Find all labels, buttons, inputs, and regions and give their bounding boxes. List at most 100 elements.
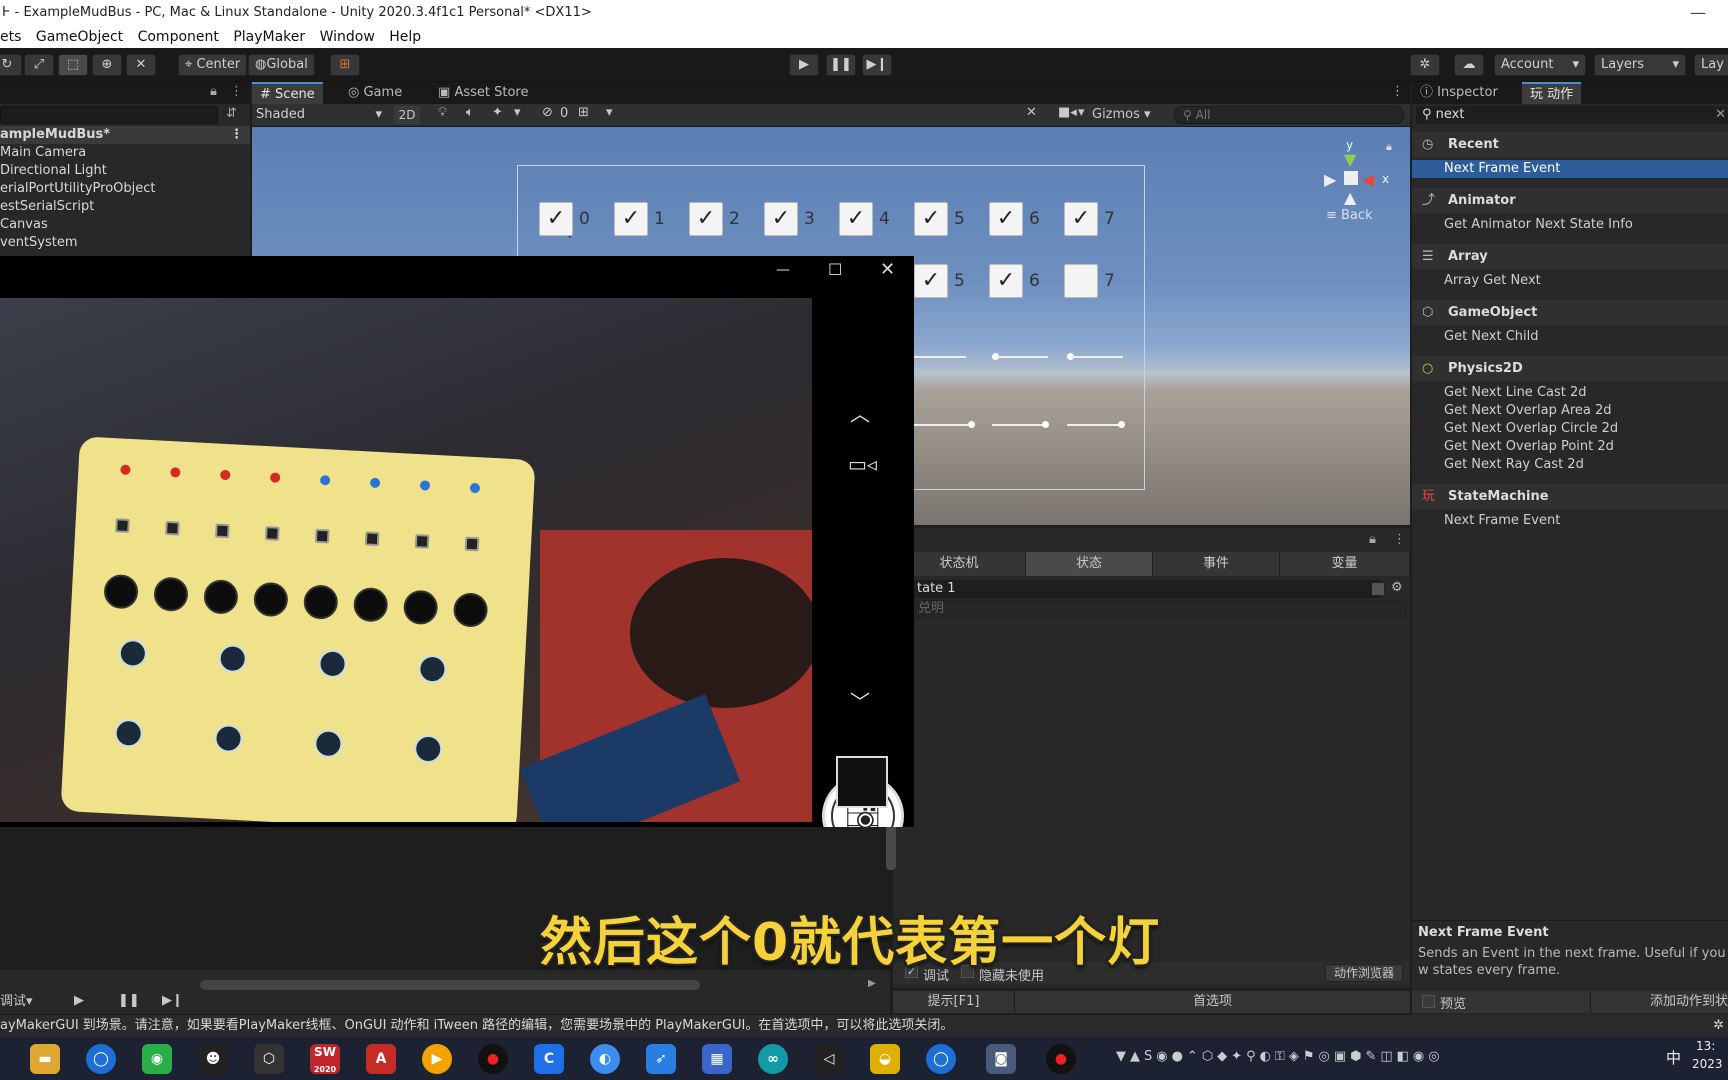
menu-playmaker[interactable]: PlayMaker bbox=[233, 29, 305, 45]
calculator-icon[interactable]: ▦ bbox=[702, 1044, 732, 1074]
tab-events[interactable]: 事件 bbox=[1153, 552, 1280, 576]
tab-scene[interactable]: # Scene bbox=[252, 82, 323, 104]
lock-icon[interactable]: 🔒︎ bbox=[210, 84, 217, 99]
tab-asset-store[interactable]: ▣ Asset Store bbox=[430, 82, 536, 104]
scale-tool-icon[interactable]: ⤢ bbox=[24, 54, 54, 76]
2d-toggle[interactable]: 2D bbox=[394, 106, 420, 124]
toggle-checkbox[interactable]: ✓ bbox=[764, 202, 798, 236]
toggle-checkbox[interactable]: ✓ bbox=[914, 202, 948, 236]
tab-inspector[interactable]: ⓘ Inspector bbox=[1412, 82, 1506, 104]
minimize-icon[interactable]: — bbox=[776, 262, 790, 278]
vertical-scrollbar[interactable] bbox=[886, 820, 896, 870]
add-action-button[interactable]: 添加动作到状 bbox=[1590, 991, 1728, 1013]
sort-icon[interactable]: ⇵ bbox=[226, 106, 237, 121]
layout-dropdown[interactable]: Lay bbox=[1694, 54, 1728, 76]
toggle-checkbox[interactable]: ✓ bbox=[614, 202, 648, 236]
screen-recorder-icon[interactable]: ● bbox=[1046, 1044, 1076, 1074]
action-item[interactable]: Get Next Child bbox=[1412, 328, 1728, 346]
gear-icon[interactable]: ⚙ bbox=[1391, 580, 1403, 595]
hierarchy-item[interactable]: ventSystem bbox=[0, 234, 78, 252]
duck-app-icon[interactable]: ◒ bbox=[870, 1044, 900, 1074]
scroll-right-icon[interactable]: ▶ bbox=[868, 978, 876, 989]
media-player-icon[interactable]: ▶ bbox=[422, 1044, 452, 1074]
search-app-icon[interactable]: ◯ bbox=[86, 1044, 116, 1074]
slider-handle[interactable] bbox=[1118, 421, 1125, 428]
slider[interactable] bbox=[996, 356, 1048, 358]
custom-tool-icon[interactable]: ✕ bbox=[126, 54, 156, 76]
action-item[interactable]: Get Next Ray Cast 2d bbox=[1412, 456, 1728, 474]
chevron-up-icon[interactable]: ︿ bbox=[850, 398, 870, 427]
rotate-tool-icon[interactable]: ↻ bbox=[0, 54, 22, 76]
search-app-icon[interactable]: ◯ bbox=[926, 1044, 956, 1074]
solidworks-icon[interactable]: SW 2020 bbox=[310, 1044, 340, 1074]
space-toggle[interactable]: ◍Global bbox=[248, 54, 315, 76]
gallery-thumbnail[interactable] bbox=[836, 756, 888, 808]
chevron-down-icon[interactable]: ﹀ bbox=[850, 686, 870, 715]
action-item[interactable]: Get Next Overlap Point 2d bbox=[1412, 438, 1728, 456]
horizontal-scrollbar[interactable] bbox=[200, 980, 700, 990]
camera-app-icon[interactable]: ◙ bbox=[986, 1044, 1016, 1074]
tab-variables[interactable]: 变量 bbox=[1280, 552, 1410, 576]
screen-recorder-icon[interactable]: ● bbox=[478, 1044, 508, 1074]
vs-icon[interactable]: ◁ bbox=[814, 1044, 844, 1074]
slider[interactable] bbox=[992, 424, 1046, 426]
minimize-button[interactable]: — bbox=[1690, 0, 1706, 26]
more-icon[interactable]: ⋮ bbox=[230, 126, 243, 144]
more-icon[interactable]: ⋮ bbox=[1393, 532, 1406, 547]
tab-actions[interactable]: 玩 动作 bbox=[1522, 82, 1582, 104]
transform-tool-icon[interactable]: ⊕ bbox=[92, 54, 122, 76]
action-category[interactable]: ☰ Array bbox=[1412, 244, 1728, 270]
action-item[interactable]: Get Animator Next State Info bbox=[1412, 216, 1728, 234]
audio-icon[interactable]: 🔈︎ bbox=[466, 105, 474, 120]
file-explorer-icon[interactable]: ▬ bbox=[30, 1044, 60, 1074]
tools-icon[interactable]: ✕ bbox=[1026, 105, 1037, 120]
collab-icon[interactable]: ✲ bbox=[1410, 54, 1440, 76]
gizmo-back-label[interactable]: ≡ Back bbox=[1326, 208, 1373, 223]
state-description-input[interactable]: 兑明 bbox=[913, 600, 1407, 618]
fsm-play-button[interactable]: ▶ bbox=[74, 993, 84, 1008]
c-app-icon[interactable]: C bbox=[534, 1044, 564, 1074]
ime-indicator[interactable]: 中 bbox=[1666, 1047, 1681, 1068]
step-button[interactable]: ▶❙ bbox=[862, 54, 892, 76]
action-item[interactable]: Get Next Overlap Area 2d bbox=[1412, 402, 1728, 420]
slider[interactable] bbox=[914, 424, 968, 426]
toggle-checkbox[interactable]: ✓ bbox=[839, 202, 873, 236]
chevron-down-icon[interactable]: ▾ bbox=[514, 105, 521, 120]
play-button[interactable]: ▶ bbox=[789, 54, 819, 76]
debug-dropdown[interactable]: 调试▾ bbox=[0, 992, 44, 1012]
feishu-icon[interactable]: ➶ bbox=[646, 1044, 676, 1074]
grid-snap-icon[interactable]: ⊞ bbox=[578, 105, 589, 120]
close-icon[interactable]: ✕ bbox=[880, 259, 895, 280]
state-name-input[interactable]: tate 1 bbox=[913, 580, 1381, 598]
system-tray-icons[interactable]: ▼▲S◉●⌃⬡◆✦⚲◐⚿◈⚑◎▣⬢✎◫◧◉◎ bbox=[1116, 1049, 1676, 1069]
center-cube-icon[interactable] bbox=[1344, 171, 1358, 185]
menu-help[interactable]: Help bbox=[389, 29, 421, 45]
layers-dropdown[interactable]: Layers ▾ bbox=[1594, 54, 1686, 76]
state-color-swatch[interactable] bbox=[1371, 582, 1385, 596]
lock-icon[interactable]: 🔒︎ bbox=[1386, 140, 1392, 154]
maximize-icon[interactable]: ☐ bbox=[828, 260, 842, 279]
action-search-input[interactable]: ⚲ next ✕ bbox=[1416, 106, 1728, 124]
toggle-checkbox[interactable]: ✓ bbox=[989, 264, 1023, 298]
camera-icon[interactable]: ■◂ bbox=[1058, 105, 1077, 120]
toggle-checkbox[interactable]: ✓ bbox=[989, 202, 1023, 236]
more-icon[interactable]: ⋮ bbox=[230, 84, 243, 99]
action-item[interactable]: Get Next Overlap Circle 2d bbox=[1412, 420, 1728, 438]
gizmos-dropdown[interactable]: Gizmos ▾ bbox=[1092, 106, 1158, 124]
hint-button[interactable]: 提示[F1] bbox=[893, 991, 1015, 1013]
scene-root[interactable]: ampleMudBus* ⋮ bbox=[0, 126, 250, 144]
fsm-pause-button[interactable]: ❚❚ bbox=[118, 993, 140, 1008]
toggle-checkbox[interactable] bbox=[1064, 264, 1098, 298]
tab-game[interactable]: ◎ Game bbox=[340, 82, 410, 104]
menu-window[interactable]: Window bbox=[320, 29, 375, 45]
preferences-button[interactable]: 首选项 bbox=[1015, 991, 1410, 1013]
hidden-objects-icon[interactable]: ⊘ bbox=[542, 105, 553, 120]
slider-handle[interactable] bbox=[1042, 421, 1049, 428]
lock-icon[interactable]: 🔒︎ bbox=[1369, 532, 1376, 547]
snap-icon[interactable]: ⊞ bbox=[330, 54, 360, 76]
slider[interactable] bbox=[1067, 424, 1121, 426]
action-item[interactable]: Get Next Line Cast 2d bbox=[1412, 384, 1728, 402]
fsm-step-button[interactable]: ▶❙ bbox=[162, 993, 183, 1008]
shading-dropdown[interactable]: Shaded ▾ bbox=[256, 106, 386, 124]
tab-state[interactable]: 状态 bbox=[1026, 552, 1153, 576]
